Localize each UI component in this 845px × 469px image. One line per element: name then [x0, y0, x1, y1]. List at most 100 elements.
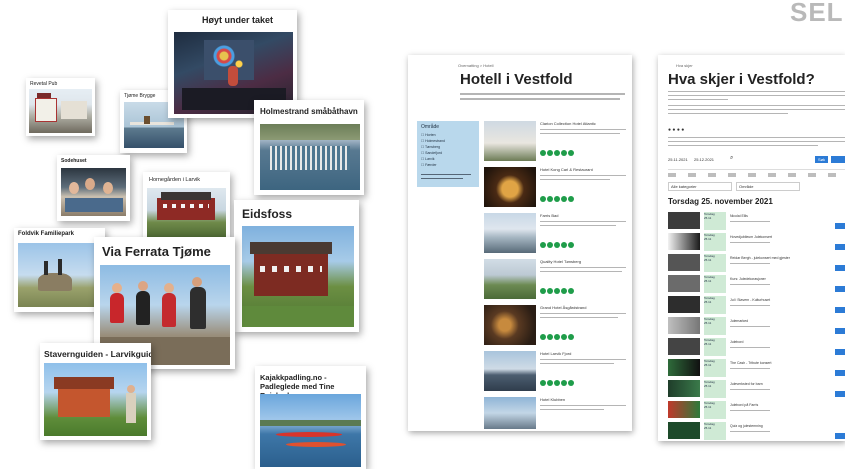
card-photo	[29, 89, 92, 133]
event-item[interactable]: Torsdag 25.11 Julebord	[668, 337, 845, 357]
hotel-photo	[484, 351, 536, 391]
hotel-item[interactable]: Clarion Collection Hotel Atlantic	[484, 119, 629, 163]
area-option-faerder[interactable]: ☐ Færder	[421, 162, 445, 168]
event-name: Kurs: Juledekorasjoner	[730, 277, 766, 281]
events-breadcrumb[interactable]: Hva skjer	[676, 63, 693, 68]
hotel-page-title: Hotell i Vestfold	[460, 71, 573, 88]
event-name: Juleverksted for barn	[730, 382, 763, 386]
event-date: Torsdag 25.11	[704, 422, 726, 440]
card-title: Foldvik Familiepark	[18, 231, 75, 237]
event-item[interactable]: Torsdag 25.11 Jul i Stavern - Kulturhuset	[668, 295, 845, 315]
event-list: Torsdag 25.11 Nicolai Ellis Torsdag 25.11 …	[668, 211, 845, 441]
card-sodehuset[interactable]: Sodehuset	[57, 155, 130, 221]
hotel-item[interactable]: Grand Hotel Åsgårdstrand	[484, 303, 629, 347]
card-photo	[61, 168, 126, 216]
card-title: Eidsfoss	[242, 207, 293, 221]
event-name: Julemarked	[730, 319, 749, 323]
event-more-button[interactable]	[835, 223, 845, 229]
hotel-photo	[484, 397, 536, 429]
event-more-button[interactable]	[835, 265, 845, 271]
hotel-name: Hotel Larvik Fjord	[540, 351, 572, 356]
event-more-button[interactable]	[835, 328, 845, 334]
event-more-button[interactable]	[835, 286, 845, 292]
card-holmestrand-smabathavn[interactable]: Holmestrand småbåthavn	[254, 100, 364, 195]
event-more-button[interactable]	[835, 391, 845, 397]
hotel-listing-page: Overnatting > Hotell Hotell i Vestfold O…	[408, 55, 632, 431]
hotel-photo	[484, 305, 536, 345]
card-foldvik-familiepark[interactable]: Foldvik Familiepark	[14, 228, 105, 312]
category-select[interactable]: Alle kategorier	[668, 182, 732, 191]
hotel-item[interactable]: Farris Bad	[484, 211, 629, 255]
hotel-name: Quality Hotel Tønsberg	[540, 259, 582, 264]
card-stavernguiden[interactable]: Stavernguiden - Larvikguiden	[40, 343, 151, 440]
brand-logo: SELI	[790, 0, 845, 27]
events-page-title: Hva skjer i Vestfold?	[668, 71, 815, 88]
events-date-heading: Torsdag 25. november 2021	[668, 197, 773, 206]
event-photo	[668, 233, 700, 250]
area-filter-panel: Område ☐ Horten ☐ Holmestrand ☐ Tønsberg…	[417, 121, 479, 187]
hotel-name: Grand Hotel Åsgårdstrand	[540, 305, 587, 310]
event-date: Torsdag 25.11	[704, 338, 726, 356]
event-date: Torsdag 25.11	[704, 317, 726, 335]
event-item[interactable]: Torsdag 25.11 Julemarked	[668, 316, 845, 336]
hotel-item[interactable]: Hotel Larvik Fjord	[484, 349, 629, 393]
event-date: Torsdag 25.11	[704, 275, 726, 293]
event-item[interactable]: Torsdag 25.11 Reidar Bergh - julekonsert …	[668, 253, 845, 273]
event-date: Torsdag 25.11	[704, 359, 726, 377]
event-photo	[668, 212, 700, 229]
event-photo	[668, 317, 700, 334]
calendar-strip[interactable]	[668, 173, 845, 177]
event-name: Quiz og julestemning	[730, 424, 763, 428]
card-hornegarden-larvik[interactable]: Hornegården i Larvik	[143, 172, 230, 241]
card-photo	[242, 226, 354, 327]
event-photo	[668, 422, 700, 439]
card-photo	[260, 124, 360, 190]
event-item[interactable]: Torsdag 25.11 Juleverksted for barn	[668, 379, 845, 399]
event-item[interactable]: Torsdag 25.11 Julebord på Farris	[668, 400, 845, 420]
card-photo	[147, 188, 226, 237]
event-name: Jul i Stavern - Kulturhuset	[730, 298, 771, 302]
event-more-button[interactable]	[835, 244, 845, 250]
card-photo	[44, 363, 147, 436]
event-item[interactable]: Torsdag 25.11 Kurs: Juledekorasjoner	[668, 274, 845, 294]
event-date: Torsdag 25.11	[704, 212, 726, 230]
area-select[interactable]: Område	[736, 182, 800, 191]
card-title: Holmestrand småbåthavn	[260, 107, 358, 116]
card-photo	[18, 243, 101, 307]
date-from-input[interactable]: 25.11.2021	[668, 157, 688, 162]
event-more-button[interactable]	[835, 370, 845, 376]
card-revetal-pub[interactable]: Revetal Pub	[26, 78, 95, 136]
hotel-photo	[484, 167, 536, 207]
search-button[interactable]: Søk	[815, 156, 828, 163]
event-name: Julebord på Farris	[730, 403, 759, 407]
hotel-item[interactable]: Hotel Klubben	[484, 395, 629, 429]
card-title: Høyt under taket	[202, 15, 274, 25]
event-item[interactable]: Torsdag 25.11 The Cash - Tribute konsert	[668, 358, 845, 378]
event-date: Torsdag 25.11	[704, 401, 726, 419]
card-title: Revetal Pub	[30, 81, 58, 87]
hotel-name: Clarion Collection Hotel Atlantic	[540, 121, 596, 126]
hotel-name: Hotel Klubben	[540, 397, 566, 402]
hotel-photo	[484, 121, 536, 161]
event-item[interactable]: Torsdag 25.11 Hovedjubileum Julekonsert	[668, 232, 845, 252]
search-icon[interactable]: ⌕	[730, 155, 733, 162]
event-photo	[668, 380, 700, 397]
event-photo	[668, 275, 700, 292]
card-eidsfoss[interactable]: Eidsfoss	[234, 200, 359, 332]
event-name: Hovedjubileum Julekonsert	[730, 235, 773, 239]
hotel-item[interactable]: Quality Hotel Tønsberg	[484, 257, 629, 301]
event-photo	[668, 401, 700, 418]
hotel-breadcrumb[interactable]: Overnatting > Hotell	[458, 63, 493, 68]
event-item[interactable]: Torsdag 25.11 Quiz og julestemning	[668, 421, 845, 441]
event-name: Reidar Bergh - julekonsert med gjester	[730, 256, 790, 260]
event-item[interactable]: Torsdag 25.11 Nicolai Ellis	[668, 211, 845, 231]
share-icons[interactable]: ● ● ● ●	[668, 127, 684, 133]
event-date: Torsdag 25.11	[704, 296, 726, 314]
date-to-input[interactable]: 25.12.2021	[694, 157, 714, 162]
hotel-item[interactable]: Hotel Kong Carl & Restaurant	[484, 165, 629, 209]
card-kajakkpadling[interactable]: Kajakkpadling.no - Padleglede med Tine R…	[255, 366, 366, 469]
event-more-button[interactable]	[835, 349, 845, 355]
event-more-button[interactable]	[835, 433, 845, 439]
event-more-button[interactable]	[835, 307, 845, 313]
card-title: Hornegården i Larvik	[149, 177, 201, 183]
